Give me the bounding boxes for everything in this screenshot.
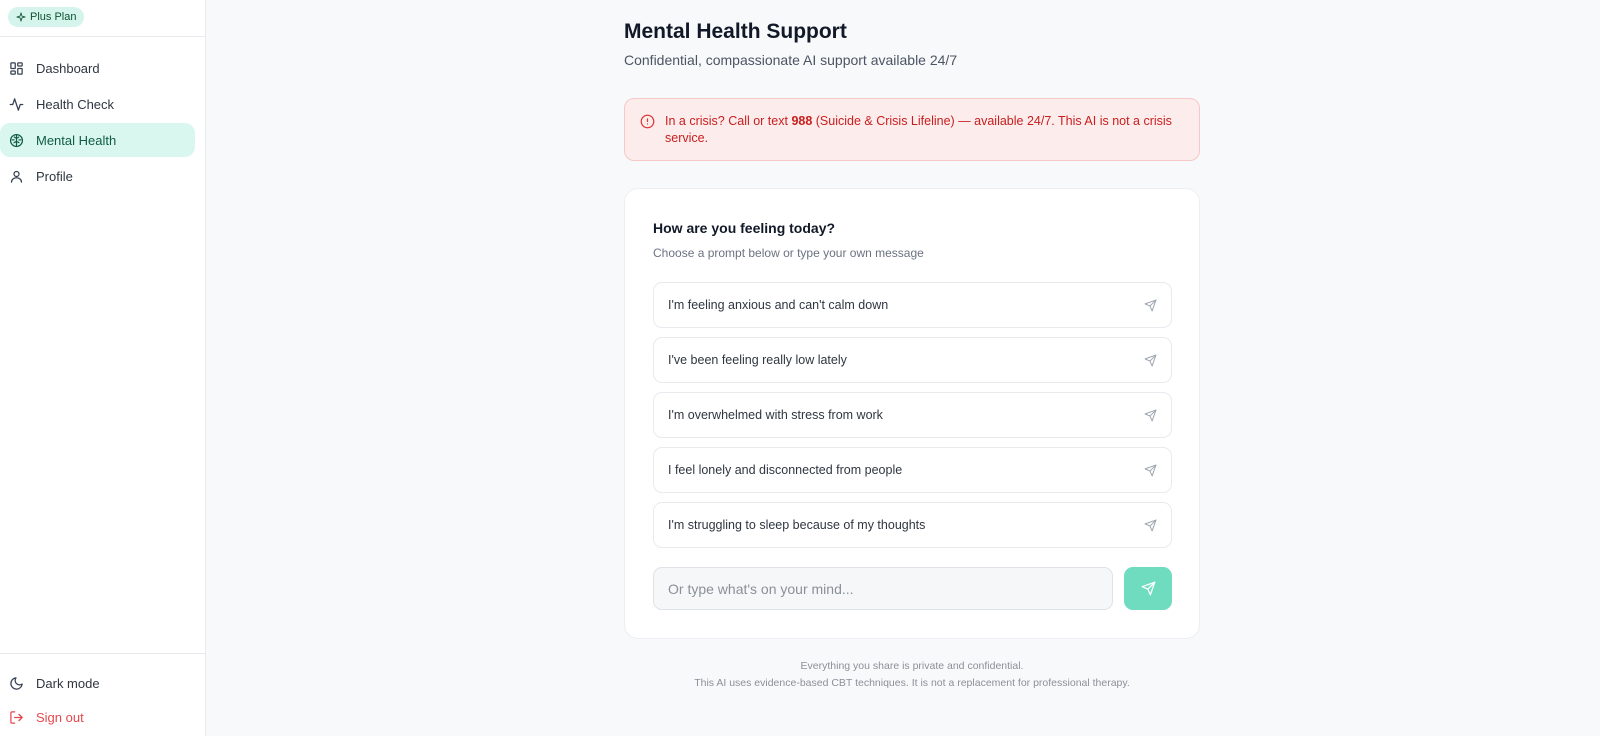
plan-area: Plus Plan (0, 0, 205, 37)
send-icon (1144, 464, 1157, 476)
sign-out-button[interactable]: Sign out (0, 700, 205, 734)
dark-mode-toggle[interactable]: Dark mode (0, 666, 205, 700)
crisis-banner: In a crisis? Call or text 988 (Suicide &… (624, 98, 1200, 161)
send-icon (1144, 299, 1157, 311)
prompt-list: I'm feeling anxious and can't calm down … (653, 282, 1172, 557)
prompt-button[interactable]: I'm struggling to sleep because of my th… (653, 502, 1172, 548)
plan-badge[interactable]: Plus Plan (8, 7, 85, 27)
prompt-label: I've been feeling really low lately (668, 353, 847, 367)
sidebar-item-dashboard[interactable]: Dashboard (0, 51, 195, 85)
brain-icon (9, 133, 24, 147)
sign-out-label: Sign out (36, 709, 84, 725)
privacy-footer: Everything you share is private and conf… (624, 658, 1200, 692)
message-composer (653, 567, 1172, 610)
sidebar-item-mental-health[interactable]: Mental Health (0, 123, 195, 157)
sidebar-footer: Dark mode Sign out (0, 653, 205, 736)
card-subtitle: Choose a prompt below or type your own m… (653, 246, 924, 260)
footer-line-2: This AI uses evidence-based CBT techniqu… (694, 677, 1130, 689)
prompt-label: I'm overwhelmed with stress from work (668, 408, 883, 422)
sidebar: Plus Plan Dashboard Health Check Mental … (0, 0, 206, 736)
log-out-icon (10, 710, 23, 724)
card-title: How are you feeling today? (653, 220, 836, 236)
prompt-button[interactable]: I'm overwhelmed with stress from work (653, 392, 1172, 438)
activity-icon (9, 97, 24, 111)
page-subtitle: Confidential, compassionate AI support a… (624, 52, 958, 68)
sparkle-icon (16, 12, 26, 22)
prompt-label: I'm feeling anxious and can't calm down (668, 298, 889, 312)
message-input[interactable] (653, 567, 1113, 610)
prompt-label: I feel lonely and disconnected from peop… (668, 463, 903, 477)
sidebar-item-profile[interactable]: Profile (0, 159, 195, 193)
send-icon (1144, 519, 1157, 531)
prompt-button[interactable]: I'm feeling anxious and can't calm down (653, 282, 1172, 328)
sidebar-item-label: Dashboard (36, 60, 100, 76)
moon-icon (10, 676, 23, 690)
user-icon (10, 170, 23, 183)
plan-badge-label: Plus Plan (30, 11, 77, 23)
sidebar-item-health-check[interactable]: Health Check (0, 87, 195, 121)
send-icon (1144, 354, 1157, 366)
prompt-button[interactable]: I've been feeling really low lately (653, 337, 1172, 383)
send-icon (1144, 409, 1157, 421)
crisis-number: 988 (791, 114, 813, 128)
prompt-label: I'm struggling to sleep because of my th… (668, 518, 926, 532)
alert-circle-icon (640, 114, 655, 129)
sidebar-nav: Dashboard Health Check Mental Health Pro… (0, 37, 205, 193)
sidebar-item-label: Profile (36, 168, 73, 184)
send-icon (1141, 581, 1155, 596)
sidebar-item-label: Health Check (36, 96, 115, 112)
dark-mode-label: Dark mode (36, 675, 100, 691)
sidebar-item-label: Mental Health (36, 132, 117, 148)
page-title: Mental Health Support (624, 20, 847, 43)
footer-line-1: Everything you share is private and conf… (800, 660, 1024, 672)
prompt-button[interactable]: I feel lonely and disconnected from peop… (653, 447, 1172, 493)
send-button[interactable] (1124, 567, 1172, 610)
dashboard-icon (10, 61, 23, 75)
crisis-prefix: In a crisis? Call or text (665, 114, 792, 128)
chat-card: How are you feeling today? Choose a prom… (624, 188, 1200, 639)
crisis-text: In a crisis? Call or text 988 (Suicide &… (665, 114, 1172, 145)
